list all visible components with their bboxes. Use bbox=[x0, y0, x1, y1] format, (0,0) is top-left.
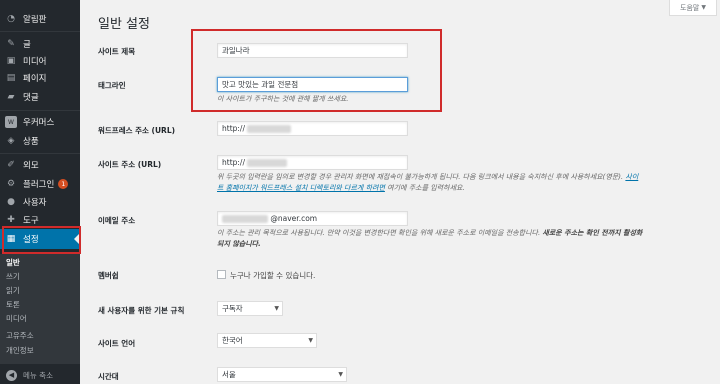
collapse-menu-button[interactable]: ◀ 메뉴 축소 bbox=[0, 366, 80, 384]
page-icon: ▤ bbox=[6, 73, 16, 83]
menu-separator bbox=[0, 31, 80, 32]
site-address-input[interactable]: http:// bbox=[217, 155, 408, 170]
sidebar-item-pages[interactable]: ▤ 페이지 bbox=[0, 69, 80, 87]
help-tab-button[interactable]: 도움말 ▼ bbox=[669, 0, 717, 16]
sidebar-item-label: 글 bbox=[23, 40, 31, 50]
site-address-help-link-cont[interactable]: 트 홈페이지가 워드프레스 설치 디렉토리와 다르게 하려면 bbox=[217, 184, 385, 192]
highlight-box-settings bbox=[2, 226, 81, 254]
sidebar-item-dashboard[interactable]: ◔ 알림판 bbox=[0, 10, 80, 28]
site-language-value: 한국어 bbox=[222, 336, 243, 345]
archive-icon: ◈ bbox=[7, 136, 15, 146]
pin-icon: ✎ bbox=[7, 39, 15, 49]
submenu-item-discussion[interactable]: 토론 bbox=[6, 299, 20, 310]
help-tab-label: 도움말 bbox=[680, 3, 700, 12]
wp-address-input[interactable]: http:// bbox=[217, 121, 408, 136]
menu-separator bbox=[0, 110, 80, 111]
update-count-badge: 1 bbox=[58, 179, 69, 189]
menu-separator bbox=[0, 153, 80, 154]
wp-address-label: 워드프레스 주소 (URL) bbox=[98, 126, 176, 135]
collapse-arrow-icon: ◀ bbox=[6, 369, 17, 381]
sidebar-item-comments[interactable]: ▰ 댓글 bbox=[0, 88, 80, 106]
sidebar-item-label: 외모 bbox=[23, 161, 39, 171]
sidebar-item-appearance[interactable]: ✐ 외모 bbox=[0, 156, 80, 174]
timezone-value: 서울 bbox=[222, 370, 236, 379]
submenu-item-general[interactable]: 일반 bbox=[6, 257, 20, 268]
admin-sidebar: ◔ 알림판 ✎ 글 ▣ 미디어 ▤ 페이지 ▰ 댓글 W 우커머스 ◈ 상품 ✐… bbox=[0, 0, 80, 384]
sidebar-item-users[interactable]: ● 사용자 bbox=[0, 193, 80, 211]
caret-down-icon: ▼ bbox=[701, 4, 706, 11]
email-desc-text: 이 주소는 관리 목적으로 사용됩니다. 만약 이것을 변경한다면 확인을 위해… bbox=[217, 229, 541, 237]
sidebar-item-label: 우커머스 bbox=[23, 118, 55, 128]
default-role-value: 구독자 bbox=[222, 304, 243, 313]
timezone-label: 시간대 bbox=[98, 372, 119, 381]
sidebar-item-label: 플러그인 bbox=[23, 180, 55, 190]
site-language-select[interactable]: 한국어 ▼ bbox=[217, 333, 317, 348]
site-address-value: http:// bbox=[222, 158, 245, 167]
redacted-text bbox=[247, 159, 288, 167]
highlight-box-title-tagline bbox=[191, 29, 442, 112]
email-desc-strong: 새로운 주소는 확인 전까지 활성화 bbox=[542, 229, 643, 237]
default-role-select[interactable]: 구독자 ▼ bbox=[217, 301, 283, 316]
chevron-down-icon: ▼ bbox=[308, 337, 313, 344]
plugin-icon: ⚙ bbox=[6, 179, 16, 189]
site-address-help-link[interactable]: 사이 bbox=[625, 173, 638, 181]
email-input[interactable]: @naver.com bbox=[217, 211, 408, 226]
membership-label: 멤버쉽 bbox=[98, 271, 119, 280]
email-description: 이 주소는 관리 목적으로 사용됩니다. 만약 이것을 변경한다면 확인을 위해… bbox=[217, 228, 707, 250]
sidebar-item-media[interactable]: ▣ 미디어 bbox=[0, 52, 80, 70]
user-icon: ● bbox=[7, 197, 15, 207]
settings-submenu: 일반 쓰기 읽기 토론 미디어 고유주소 개인정보 bbox=[0, 254, 80, 364]
collapse-menu-label: 메뉴 축소 bbox=[23, 370, 53, 380]
redacted-text bbox=[247, 125, 292, 133]
sidebar-item-posts[interactable]: ✎ 글 bbox=[0, 35, 80, 53]
redacted-text bbox=[222, 215, 268, 223]
email-label: 이메일 주소 bbox=[98, 216, 136, 225]
submenu-item-media[interactable]: 미디어 bbox=[6, 313, 27, 324]
media-icon: ▣ bbox=[6, 56, 16, 66]
sidebar-item-label: 알림판 bbox=[23, 15, 47, 25]
tools-icon: ✚ bbox=[7, 215, 15, 225]
sidebar-item-plugins[interactable]: ⚙ 플러그인 1 bbox=[0, 175, 80, 193]
email-desc-strong-2: 되지 않습니다. bbox=[217, 240, 261, 248]
sidebar-item-products[interactable]: ◈ 상품 bbox=[0, 132, 80, 150]
submenu-item-privacy[interactable]: 개인정보 bbox=[6, 345, 34, 356]
site-title-label: 사이트 제목 bbox=[98, 47, 136, 56]
submenu-item-permalinks[interactable]: 고유주소 bbox=[6, 330, 34, 341]
page-title: 일반 설정 bbox=[98, 17, 150, 32]
site-address-label: 사이트 주소 (URL) bbox=[98, 160, 162, 169]
email-value-suffix: @naver.com bbox=[270, 214, 318, 223]
sidebar-item-label: 댓글 bbox=[23, 93, 39, 103]
woo-icon: W bbox=[5, 116, 17, 128]
dashboard-icon: ◔ bbox=[7, 14, 15, 24]
tagline-label: 태그라인 bbox=[98, 81, 126, 90]
site-address-desc-text: 위 두곳의 입력란을 임의로 변경할 경우 관리자 화면에 재접속이 불가능하게… bbox=[217, 173, 624, 181]
default-role-label: 새 사용자를 위한 기본 규칙 bbox=[98, 306, 185, 315]
sidebar-item-woocommerce[interactable]: W 우커머스 bbox=[0, 113, 80, 131]
site-address-desc-text-2: 여기에 주소를 입력하세요. bbox=[387, 184, 465, 192]
site-language-label: 사이트 언어 bbox=[98, 339, 136, 348]
brush-icon: ✐ bbox=[7, 160, 15, 170]
comment-icon: ▰ bbox=[7, 92, 15, 102]
chevron-down-icon: ▼ bbox=[274, 305, 279, 312]
sidebar-item-label: 도구 bbox=[23, 216, 39, 226]
site-address-description: 위 두곳의 입력란을 임의로 변경할 경우 관리자 화면에 재접속이 불가능하게… bbox=[217, 172, 707, 194]
sidebar-item-label: 사용자 bbox=[23, 198, 47, 208]
submenu-item-writing[interactable]: 쓰기 bbox=[6, 271, 20, 282]
membership-checkbox-label[interactable]: 누구나 가입할 수 있습니다. bbox=[230, 270, 315, 281]
chevron-down-icon: ▼ bbox=[338, 371, 343, 378]
sidebar-item-label: 미디어 bbox=[23, 57, 47, 67]
membership-checkbox[interactable] bbox=[217, 270, 226, 279]
wp-address-value: http:// bbox=[222, 124, 245, 133]
sidebar-item-label: 페이지 bbox=[23, 74, 47, 84]
submenu-item-reading[interactable]: 읽기 bbox=[6, 285, 20, 296]
sidebar-item-label: 상품 bbox=[23, 137, 39, 147]
timezone-select[interactable]: 서울 ▼ bbox=[217, 367, 347, 382]
